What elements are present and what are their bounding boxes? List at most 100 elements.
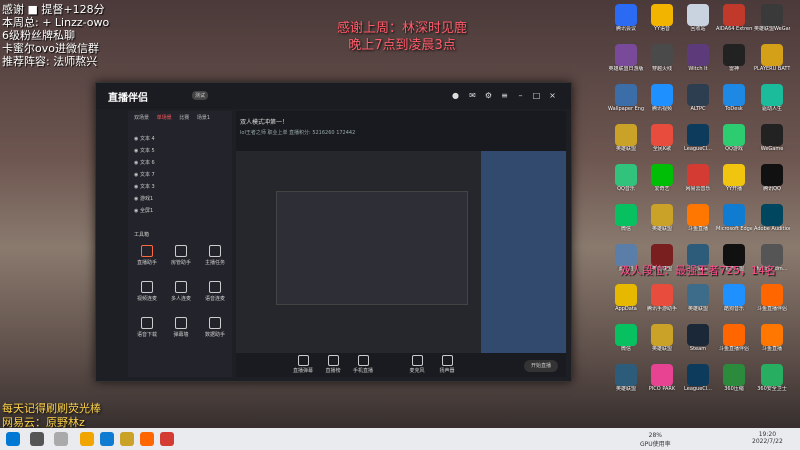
maximize-icon[interactable]: □ (532, 91, 541, 100)
close-icon[interactable]: × (548, 91, 557, 100)
tab-scene-3[interactable]: 比赛 (179, 115, 189, 121)
explorer-icon[interactable] (80, 432, 94, 446)
desktop-icon[interactable]: 雷神 (716, 44, 752, 72)
desktop-icon[interactable]: PICO PARK (644, 364, 680, 392)
desktop-icon[interactable]: LeagueCl... (680, 364, 716, 392)
red-caption-line2: 晚上7点到凌晨3点 (348, 38, 456, 53)
desktop-icon[interactable]: PLAYERU BATTLEGR... (754, 44, 790, 72)
desktop-icon[interactable]: ALTPC (680, 84, 716, 112)
desktop-icon[interactable]: LeagueCl... (680, 124, 716, 152)
desktop-icon[interactable]: Adobe Audition (754, 204, 790, 232)
desktop-icon[interactable]: WeGame (754, 124, 790, 152)
layer-item[interactable]: ◉ 全屏1 (128, 205, 232, 217)
layer-item[interactable]: ◉ 文本 3 (128, 181, 232, 193)
desktop-icon[interactable]: 英雄联盟 (608, 124, 644, 152)
desktop-icon[interactable]: 腾讯会议 (608, 4, 644, 32)
desktop-icon[interactable]: YY语音 (644, 4, 680, 32)
phone-live-button[interactable]: 手机直播 (352, 355, 374, 374)
danmaku-button[interactable]: 直播弹幕 (292, 355, 314, 374)
desktop-icon[interactable]: 回收站 (680, 4, 716, 32)
desktop-icon[interactable]: 穿越火线 (644, 44, 680, 72)
tool-mic[interactable]: 语音连麦 (200, 281, 230, 302)
douyu-icon[interactable] (140, 432, 154, 446)
desktop-icon[interactable]: QQ音乐 (608, 164, 644, 192)
desktop-icon[interactable]: 腾讯手游助手 (644, 284, 680, 312)
desktop-icon[interactable]: 全民K歌 (644, 124, 680, 152)
desktop-icon-label: 穿越火线 (651, 66, 672, 72)
tool-user[interactable]: 房管助手 (166, 245, 196, 266)
tool-group[interactable]: 多人连麦 (166, 281, 196, 302)
tab-scene-4[interactable]: 场景1 (197, 115, 210, 121)
taskview-icon[interactable] (54, 432, 68, 446)
tool-task[interactable]: 主播任务 (200, 245, 230, 266)
desktop-icon[interactable]: 英雄联盟 (608, 364, 644, 392)
nested-desktop (481, 151, 566, 359)
avatar[interactable]: ● (451, 91, 460, 100)
desktop-icon[interactable]: 360安全卫士 (754, 364, 790, 392)
desktop-icon-label: ToDesk (725, 106, 743, 112)
desktop-icon[interactable]: 英雄联盟 (680, 284, 716, 312)
layer-item[interactable]: ◉ 文本 4 (128, 133, 232, 145)
minimize-icon[interactable]: – (516, 91, 525, 100)
app-icon (687, 84, 709, 106)
desktop-icon[interactable]: 驱动人生 (754, 84, 790, 112)
edge-icon[interactable] (100, 432, 114, 446)
start-live-button[interactable]: 开始直播 (524, 360, 558, 372)
layer-item[interactable]: ◉ 文本 5 (128, 145, 232, 157)
gpu-label: GPU使用率 (640, 441, 671, 448)
tool-tv[interactable]: 弹幕墙 (166, 317, 196, 338)
speaker-button[interactable]: 扬声器 (436, 355, 458, 374)
desktop-icon[interactable]: 英雄联盟日游版 (608, 44, 644, 72)
desktop-icon[interactable]: 腾讯QQ (754, 164, 790, 192)
desktop-icon[interactable]: 微信 (608, 324, 644, 352)
desktop-icon[interactable]: QQ游戏 (716, 124, 752, 152)
settings-icon[interactable]: ⚙ (484, 91, 493, 100)
live-companion-window[interactable]: 直播伴侣 测试 ● ✉ ⚙ ≡ – □ × 双场景 单场景 比赛 场景1 ◉ 文… (95, 82, 572, 382)
desktop-icon[interactable]: 酷狗音乐 (716, 284, 752, 312)
desktop-icon[interactable]: AppData (608, 284, 644, 312)
app-icon (687, 4, 709, 26)
desktop-icon-label: Microsoft Edge (716, 226, 752, 232)
search-icon[interactable] (30, 432, 44, 446)
desktop-icon[interactable]: YY开播 (716, 164, 752, 192)
desktop-icon[interactable]: 微信 (608, 204, 644, 232)
gpu-usage: 28% GPU使用率 (640, 432, 671, 448)
desktop-icon[interactable]: 爱奇艺 (644, 164, 680, 192)
desktop-icon[interactable]: 斗鱼直播伴侣 (754, 284, 790, 312)
netease-icon[interactable] (160, 432, 174, 446)
desktop-icon[interactable]: 英雄联盟 (644, 324, 680, 352)
desktop-icon[interactable]: 英雄联盟WeGame (754, 4, 790, 32)
tool-video[interactable]: 视频连麦 (132, 281, 162, 302)
clock[interactable]: 19:20 2022/7/22 (752, 431, 783, 445)
desktop-icon[interactable]: 英雄联盟 (644, 204, 680, 232)
desktop-icon[interactable]: Wallpaper Engine (608, 84, 644, 112)
desktop-icon[interactable]: 斗鱼直播 (680, 204, 716, 232)
tab-scene-2[interactable]: 单场景 (157, 115, 172, 121)
desktop-icon-label: PLAYERU BATTLEGR... (754, 66, 790, 72)
desktop-icon[interactable]: 360压缩 (716, 364, 752, 392)
league-icon[interactable] (120, 432, 134, 446)
layer-item[interactable]: ◉ 文本 7 (128, 169, 232, 181)
desktop-icon[interactable]: Steam (680, 324, 716, 352)
message-icon[interactable]: ✉ (468, 91, 477, 100)
tool-chart[interactable]: 数据助手 (200, 317, 230, 338)
desktop-icon[interactable]: 腾讯视频 (644, 84, 680, 112)
layer-label: 全屏1 (139, 208, 154, 214)
start-icon[interactable] (6, 432, 20, 446)
tool-flame[interactable]: 直播助手 (132, 245, 162, 266)
desktop-icon[interactable]: 斗鱼直播伴侣 (716, 324, 752, 352)
app-icon (723, 124, 745, 146)
tool-download[interactable]: 语音下载 (132, 317, 162, 338)
desktop-icon[interactable]: AIDA64 Extreme (716, 4, 752, 32)
mic-button[interactable]: 麦克风 (406, 355, 428, 374)
layer-item[interactable]: ◉ 文本 6 (128, 157, 232, 169)
desktop-icon[interactable]: 斗鱼直播 (754, 324, 790, 352)
desktop-icon[interactable]: ToDesk (716, 84, 752, 112)
layer-item[interactable]: ◉ 游戏1 (128, 193, 232, 205)
rank-button[interactable]: 直播榜 (322, 355, 344, 374)
desktop-icon[interactable]: Witch It (680, 44, 716, 72)
desktop-icon[interactable]: Microsoft Edge (716, 204, 752, 232)
tab-scene-1[interactable]: 双场景 (134, 115, 149, 121)
desktop-icon[interactable]: 网易云音乐 (680, 164, 716, 192)
menu-icon[interactable]: ≡ (500, 91, 509, 100)
